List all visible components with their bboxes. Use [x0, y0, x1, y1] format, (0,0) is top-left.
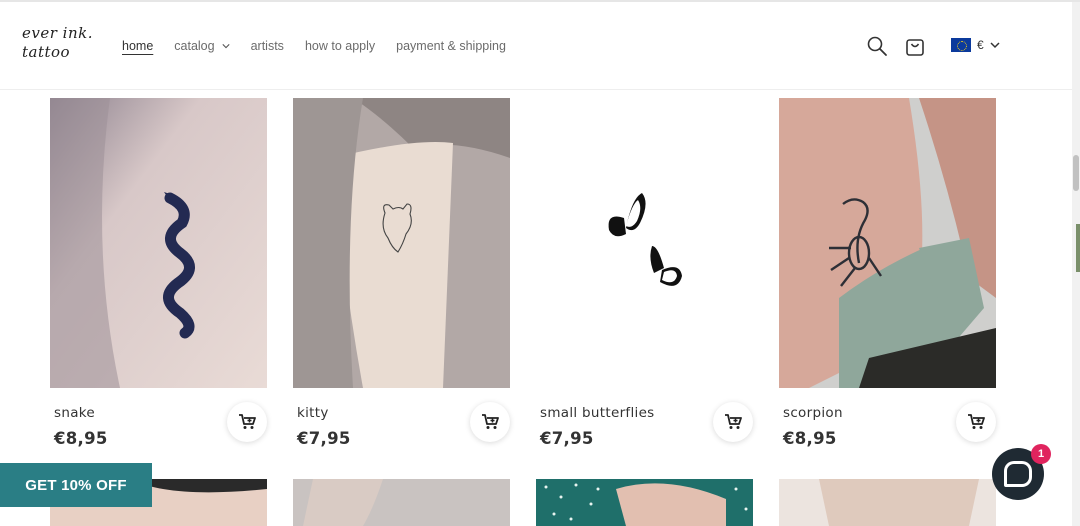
add-to-cart-button[interactable] [956, 402, 996, 442]
nav-item-payment-shipping[interactable]: payment & shipping [396, 36, 506, 56]
add-to-cart-button[interactable] [713, 402, 753, 442]
brand-logo-line2: tattoo [22, 43, 71, 61]
product-image[interactable] [293, 479, 510, 526]
discount-promo-button[interactable]: GET 10% OFF [0, 463, 152, 507]
promo-label: GET 10% OFF [25, 476, 127, 494]
product-image-small-butterflies[interactable] [536, 98, 753, 388]
cart-plus-icon [725, 414, 742, 429]
nav-item-catalog[interactable]: catalog [174, 36, 230, 56]
product-title[interactable]: scorpion [783, 405, 843, 421]
product-price: €8,95 [783, 429, 837, 448]
add-to-cart-button[interactable] [227, 402, 267, 442]
product-image[interactable] [536, 479, 753, 526]
product-image[interactable] [779, 479, 996, 526]
main-nav: home catalog artists how to apply paymen… [122, 36, 527, 56]
cart-plus-icon [968, 414, 985, 429]
nav-item-how-to-apply[interactable]: how to apply [305, 36, 375, 56]
currency-symbol: € [977, 38, 984, 52]
chat-notification-badge: 1 [1031, 444, 1051, 464]
nav-label-payment-shipping: payment & shipping [396, 39, 506, 53]
product-price: €8,95 [54, 429, 108, 448]
nav-label-catalog: catalog [174, 39, 215, 53]
scrollbar-thumb[interactable] [1073, 155, 1079, 191]
side-edge-tab [1076, 224, 1080, 272]
brand-logo-line1: ever ink. [22, 24, 93, 42]
chat-bubble-icon [1004, 461, 1032, 487]
currency-selector[interactable]: € [951, 38, 1000, 52]
product-image-snake[interactable] [50, 98, 267, 388]
product-image-kitty[interactable] [293, 98, 510, 388]
nav-item-artists[interactable]: artists [251, 36, 284, 56]
site-header: ever ink. tattoo home catalog artists ho… [0, 2, 1072, 90]
product-image-scorpion[interactable] [779, 98, 996, 388]
nav-label-home: home [122, 39, 154, 53]
product-title[interactable]: snake [54, 405, 95, 421]
add-to-cart-button[interactable] [470, 402, 510, 442]
chevron-down-icon [221, 44, 230, 49]
nav-label-artists: artists [250, 39, 284, 53]
nav-item-home[interactable]: home [122, 36, 153, 56]
bag-icon[interactable] [904, 35, 926, 57]
product-price: €7,95 [297, 429, 351, 448]
eu-flag-icon [951, 38, 971, 52]
product-title[interactable]: kitty [297, 405, 329, 421]
brand-logo[interactable]: ever ink. tattoo [22, 24, 93, 62]
product-title[interactable]: small butterflies [540, 405, 655, 421]
product-price: €7,95 [540, 429, 594, 448]
cart-plus-icon [239, 414, 256, 429]
search-icon[interactable] [866, 35, 888, 57]
cart-plus-icon [482, 414, 499, 429]
nav-label-how-to-apply: how to apply [304, 39, 376, 53]
chevron-down-icon [990, 42, 1000, 49]
